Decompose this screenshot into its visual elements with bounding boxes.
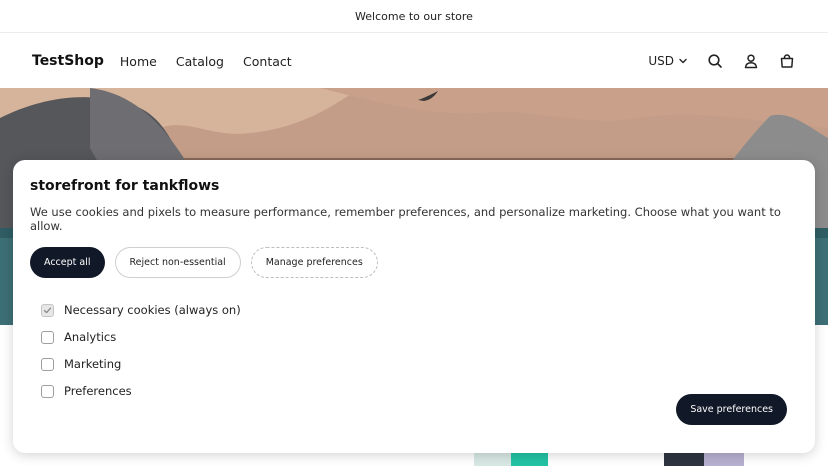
nav-catalog-link[interactable]: Catalog — [176, 54, 224, 69]
analytics-checkbox[interactable] — [41, 330, 54, 344]
user-icon[interactable] — [742, 52, 760, 70]
save-preferences-button[interactable]: Save preferences — [676, 394, 787, 425]
cookie-consent-dialog: storefront for tankflows We use cookies … — [13, 160, 815, 453]
chevron-down-icon — [678, 56, 688, 66]
main-nav: Home Catalog Contact — [120, 51, 306, 70]
option-analytics[interactable]: Analytics — [41, 330, 798, 344]
option-necessary: Necessary cookies (always on) — [41, 303, 798, 317]
manage-preferences-button[interactable]: Manage preferences — [250, 247, 378, 278]
brand-logo[interactable]: TestShop — [32, 53, 104, 69]
consent-actions: Accept all Reject non-essential Manage p… — [30, 247, 798, 278]
accept-all-button[interactable]: Accept all — [30, 247, 105, 278]
option-label: Analytics — [64, 330, 117, 344]
option-label: Preferences — [64, 384, 132, 398]
nav-home-link[interactable]: Home — [120, 54, 157, 69]
search-icon[interactable] — [706, 52, 724, 70]
option-marketing[interactable]: Marketing — [41, 357, 798, 371]
option-label: Necessary cookies (always on) — [64, 303, 241, 317]
consent-options: Necessary cookies (always on) Analytics … — [30, 303, 798, 398]
dialog-description: We use cookies and pixels to measure per… — [30, 205, 781, 233]
marketing-checkbox[interactable] — [41, 357, 54, 371]
site-header: TestShop Home Catalog Contact USD — [0, 33, 828, 88]
currency-selector[interactable]: USD — [648, 54, 688, 68]
check-icon — [43, 307, 52, 313]
announcement-bar: Welcome to our store — [0, 0, 828, 33]
header-actions: USD — [648, 52, 796, 70]
reject-non-essential-button[interactable]: Reject non-essential — [114, 247, 241, 278]
currency-label: USD — [648, 53, 674, 68]
cart-icon[interactable] — [778, 52, 796, 70]
preferences-checkbox[interactable] — [41, 384, 54, 398]
option-label: Marketing — [64, 357, 122, 371]
dialog-title: storefront for tankflows — [30, 178, 220, 194]
necessary-checkbox — [41, 303, 54, 317]
announcement-text: Welcome to our store — [355, 9, 473, 23]
nav-contact-link[interactable]: Contact — [243, 54, 292, 69]
